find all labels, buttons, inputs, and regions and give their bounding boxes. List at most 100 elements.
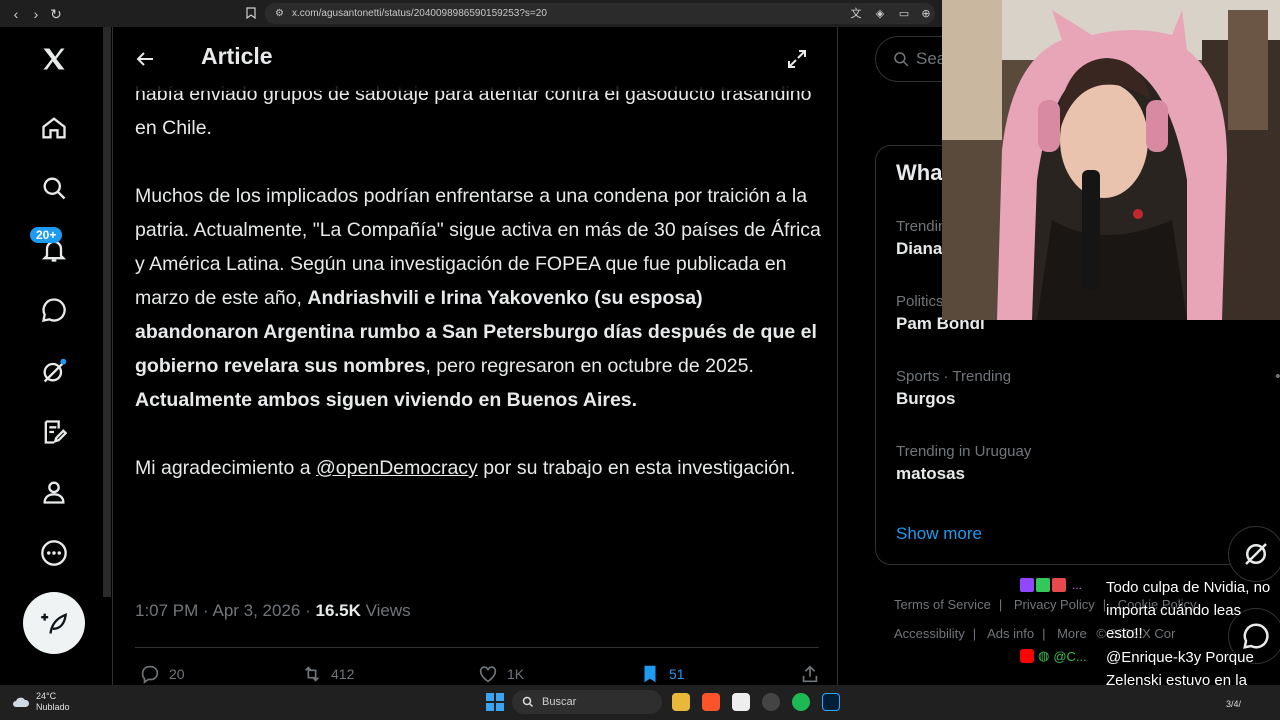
post-button[interactable] xyxy=(23,592,85,654)
messages-icon[interactable] xyxy=(34,290,74,330)
site-settings-icon[interactable]: ⚙ xyxy=(275,8,284,19)
ads-info-link[interactable]: Ads info xyxy=(987,626,1034,641)
trend-item[interactable]: Trending in Uruguay matosas xyxy=(896,443,1276,484)
views-count: 16.5K xyxy=(315,601,361,620)
text-run: , pero regresaron en octubre de 2025. xyxy=(425,355,754,377)
file-explorer-icon[interactable] xyxy=(672,693,690,711)
repost-button[interactable]: 412 xyxy=(301,663,354,685)
trend-name: matosas xyxy=(896,464,965,483)
x-logo-icon[interactable] xyxy=(34,39,74,79)
badge-icon xyxy=(1036,578,1050,592)
trend-item[interactable]: Sports · Trending Burgos ••• xyxy=(896,368,1280,409)
share-button[interactable] xyxy=(799,663,821,685)
grok-icon xyxy=(1245,543,1267,565)
badge-icon xyxy=(1052,578,1066,592)
photoshop-icon[interactable] xyxy=(822,693,840,711)
weather-widget[interactable]: 24°C Nublado xyxy=(12,691,70,713)
browser-forward-icon[interactable]: › xyxy=(26,4,46,24)
privacy-link[interactable]: Privacy Policy xyxy=(1014,597,1095,612)
more-icon[interactable] xyxy=(34,533,74,573)
more-options-icon[interactable]: ••• xyxy=(1275,368,1280,385)
scrollbar[interactable] xyxy=(103,27,111,597)
mention-link[interactable]: @openDemocracy xyxy=(316,457,478,479)
translate-icon[interactable]: 文 xyxy=(848,5,864,21)
reply-icon xyxy=(141,665,159,684)
panel-heading: Wha xyxy=(896,160,943,185)
text-run: por su trabajo en esta investigación. xyxy=(477,457,796,479)
browser-reload-icon[interactable]: ↻ xyxy=(46,4,66,24)
bookmark-count: 51 xyxy=(669,666,685,682)
temperature: 24°C xyxy=(36,691,57,701)
grok-float-button[interactable] xyxy=(1228,526,1280,582)
brave-browser-icon[interactable] xyxy=(702,693,720,711)
repost-icon xyxy=(304,666,320,682)
currency-icon: ◍ xyxy=(1038,648,1050,663)
like-button[interactable]: 1K xyxy=(477,663,524,685)
search-label: Buscar xyxy=(542,696,577,708)
repost-count: 412 xyxy=(331,666,355,682)
address-bar[interactable]: ⚙ x.com/agusantonetti/status/20400989865… xyxy=(265,3,935,24)
webcam-overlay xyxy=(942,0,1280,320)
zoom-icon[interactable]: ⊕ xyxy=(918,5,934,21)
taskbar-search[interactable]: Buscar xyxy=(512,690,662,714)
divider xyxy=(135,647,819,648)
heart-icon xyxy=(479,666,497,683)
show-more-link[interactable]: Show more xyxy=(896,524,982,544)
cast-icon[interactable]: ▭ xyxy=(896,5,912,21)
chat-badges: ◍ @C... xyxy=(1020,648,1087,664)
streamer-webcam-image xyxy=(942,0,1280,320)
os-taskbar: 24°C Nublado Buscar 3/4/ xyxy=(0,685,1280,720)
weather-condition: Nublado xyxy=(36,702,70,712)
twitch-icon xyxy=(1020,578,1034,592)
trend-name: Burgos xyxy=(896,389,956,408)
accessibility-link[interactable]: Accessibility xyxy=(894,626,965,641)
back-arrow-icon[interactable] xyxy=(133,47,157,71)
windows-start-icon[interactable] xyxy=(486,693,504,711)
cloud-icon xyxy=(13,697,30,707)
timestamp[interactable]: 1:07 PM · Apr 3, 2026 · xyxy=(135,601,315,620)
app-icon[interactable] xyxy=(762,693,780,711)
reply-count: 20 xyxy=(169,666,185,682)
page-title: Article xyxy=(201,43,273,69)
chat-message: Todo culpa de Nvidia, no importa cuándo … xyxy=(1106,579,1271,642)
app-icon[interactable] xyxy=(732,693,750,711)
profile-icon[interactable] xyxy=(34,472,74,512)
article-paragraph: Mi agradecimiento a @openDemocracy por s… xyxy=(135,451,825,485)
chat-username: ... xyxy=(1072,578,1083,592)
bookmark-icon[interactable] xyxy=(243,5,259,21)
articles-icon[interactable] xyxy=(34,412,74,452)
reply-button[interactable]: 20 xyxy=(139,663,185,685)
views-label: Views xyxy=(360,601,411,620)
bookmark-button[interactable]: 51 xyxy=(639,663,685,685)
search-icon[interactable] xyxy=(34,168,74,208)
youtube-icon xyxy=(1020,649,1034,663)
search-icon xyxy=(522,696,534,708)
terms-link[interactable]: Terms of Service xyxy=(894,597,991,612)
article-paragraph: Muchos de los implicados podrían enfrent… xyxy=(135,179,825,417)
clock: 3/4/ xyxy=(1226,699,1242,709)
bookmark-filled-icon xyxy=(644,665,656,683)
grok-icon[interactable] xyxy=(34,351,74,391)
post-meta: 1:07 PM · Apr 3, 2026 · 16.5K Views xyxy=(135,601,411,621)
article-column: había enviado grupos de sabotaje para at… xyxy=(112,27,838,685)
article-header: Article xyxy=(113,27,837,91)
home-icon[interactable] xyxy=(34,108,74,148)
notification-badge: 20+ xyxy=(30,227,63,243)
trend-context: Trending in Uruguay xyxy=(896,443,1032,460)
bold-text: Actualmente ambos siguen viviendo en Bue… xyxy=(135,389,638,411)
text-run: Mi agradecimiento a xyxy=(135,457,317,479)
trend-context: Sports · Trending xyxy=(896,368,1012,385)
url-text: x.com/agusantonetti/status/2040098986590… xyxy=(291,8,547,19)
action-bar: 20 412 1K 51 xyxy=(135,663,819,685)
expand-icon[interactable] xyxy=(785,47,809,71)
share-icon xyxy=(802,665,818,683)
spotify-icon[interactable] xyxy=(792,693,810,711)
left-navigation: 20+ xyxy=(0,27,104,685)
article-body: había enviado grupos de sabotaje para at… xyxy=(135,77,825,519)
chat-username: @C... xyxy=(1053,648,1087,664)
search-icon xyxy=(894,52,909,67)
browser-back-icon[interactable]: ‹ xyxy=(6,4,26,24)
shield-icon[interactable]: ◈ xyxy=(872,5,888,21)
chat-badges: ... xyxy=(1020,578,1082,592)
more-link[interactable]: More xyxy=(1057,626,1087,641)
